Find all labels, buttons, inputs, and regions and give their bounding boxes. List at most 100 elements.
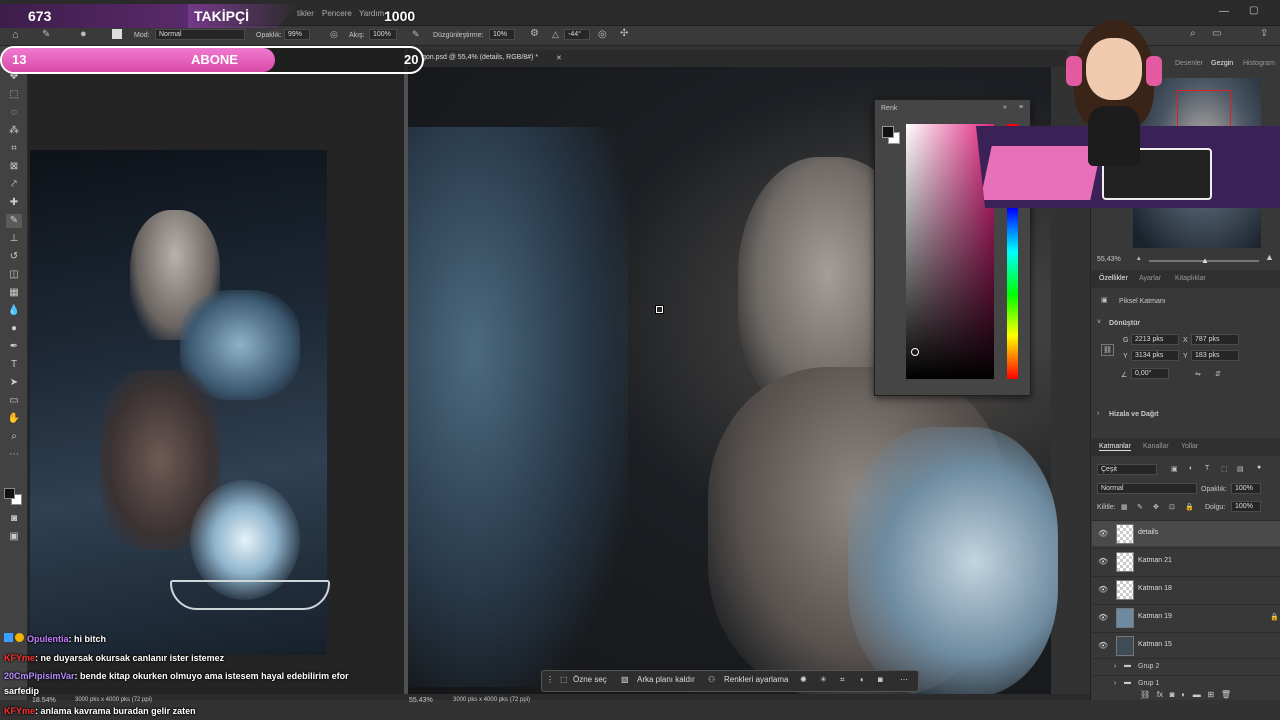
tab-properties[interactable]: Özellikler <box>1099 275 1128 282</box>
adjust-colors-button[interactable]: Renkleri ayarlama <box>724 675 788 684</box>
group-expand-icon[interactable]: › <box>1114 680 1116 687</box>
zoom-tool-icon[interactable]: ⌕ <box>6 430 22 444</box>
more-options-icon[interactable]: ⋯ <box>900 675 908 684</box>
color-panel-foreground-swatch[interactable] <box>882 126 894 138</box>
tab-libraries[interactable]: Kitaplıklar <box>1175 275 1206 282</box>
brush-tool-icon[interactable]: ✎ <box>42 29 50 40</box>
quick-mask-icon[interactable]: ◙ <box>6 512 22 526</box>
width-field[interactable]: 2213 pks <box>1131 334 1179 345</box>
color-picker-handle[interactable] <box>911 348 919 356</box>
close-tab-icon[interactable]: ✕ <box>556 54 562 62</box>
lock-all-icon[interactable]: 🔒 <box>1185 503 1194 511</box>
menu-item-window[interactable]: Pencere <box>322 9 352 18</box>
rectangle-tool-icon[interactable]: ▭ <box>6 394 22 408</box>
lock-transparency-icon[interactable]: ▦ <box>1121 503 1128 511</box>
navigator-zoom-slider[interactable]: ▲ <box>1149 256 1259 265</box>
adjustment-layer-icon[interactable]: ◐ <box>860 675 865 684</box>
more-tools-icon[interactable]: ⋯ <box>6 448 22 462</box>
home-icon[interactable]: ⌂ <box>12 29 19 41</box>
smoothing-field[interactable]: 10% <box>489 29 515 40</box>
tab-histogram[interactable]: Histogram <box>1243 60 1275 67</box>
layer-opacity-field[interactable]: 100% <box>1231 483 1261 494</box>
menu-item-help[interactable]: Yardım <box>359 9 384 18</box>
stamp-tool-icon[interactable]: ⊥ <box>6 232 22 246</box>
dodge-tool-icon[interactable]: ● <box>6 322 22 336</box>
zoom-slider-handle[interactable]: ▲ <box>1201 256 1209 265</box>
layer-name[interactable]: Katman 15 <box>1138 641 1172 648</box>
history-brush-icon[interactable]: ↺ <box>6 250 22 264</box>
layer-row[interactable]: 👁 Katman 15 <box>1092 632 1280 658</box>
flow-field[interactable]: 100% <box>369 29 397 40</box>
share-icon[interactable]: ⇪ <box>1260 28 1268 39</box>
mask-icon[interactable]: ◙ <box>878 675 883 684</box>
opacity-field[interactable]: 99% <box>284 29 310 40</box>
flip-horizontal-icon[interactable]: ⇋ <box>1195 370 1201 378</box>
align-section-toggle[interactable]: › <box>1097 410 1099 417</box>
filter-toggle-icon[interactable]: ● <box>1257 464 1261 471</box>
magic-icon[interactable]: ✳ <box>820 675 827 684</box>
mask-icon[interactable]: ◙ <box>1170 690 1175 699</box>
x-field[interactable]: 787 pks <box>1191 334 1239 345</box>
trash-icon[interactable]: 🗑 <box>1221 690 1231 699</box>
select-subject-button[interactable]: Özne seç <box>573 675 607 684</box>
zoom-in-icon[interactable]: ▲ <box>1265 252 1274 262</box>
layer-filter-select[interactable]: Çeşit <box>1097 464 1157 475</box>
healing-tool-icon[interactable]: ✚ <box>6 196 22 210</box>
marquee-tool-icon[interactable]: ⬚ <box>6 88 22 102</box>
layer-row[interactable]: 👁 Katman 18 <box>1092 576 1280 602</box>
navigator-zoom-value[interactable]: 55,43% <box>1097 256 1121 263</box>
group-name[interactable]: Grup 2 <box>1138 663 1159 670</box>
pressure-opacity-icon[interactable]: ◎ <box>330 29 338 40</box>
tab-patterns[interactable]: Desenler <box>1175 60 1203 67</box>
path-select-icon[interactable]: ➤ <box>6 376 22 390</box>
y-field[interactable]: 183 pks <box>1191 350 1239 361</box>
group-name[interactable]: Grup 1 <box>1138 680 1159 687</box>
lock-pixels-icon[interactable]: ✎ <box>1137 503 1143 511</box>
drag-handle-icon[interactable]: ⋮ <box>546 675 554 684</box>
gear-icon[interactable]: ⚙ <box>530 28 539 39</box>
eyedropper-tool-icon[interactable]: ⤤ <box>6 178 22 192</box>
lasso-tool-icon[interactable]: ◌ <box>6 106 22 120</box>
workspace-icon[interactable]: ▭ <box>1212 28 1221 39</box>
layer-name[interactable]: Katman 21 <box>1138 557 1172 564</box>
visibility-eye-icon[interactable]: 👁 <box>1098 529 1108 538</box>
transform-section-toggle[interactable]: ˅ <box>1097 319 1101 326</box>
hand-tool-icon[interactable]: ✋ <box>6 412 22 426</box>
layer-name[interactable]: Katman 18 <box>1138 585 1172 592</box>
symmetry-icon[interactable]: ✣ <box>620 28 628 39</box>
fill-field[interactable]: 100% <box>1231 501 1261 512</box>
brush-settings-icon[interactable] <box>112 29 122 39</box>
tab-adjustments[interactable]: Ayarlar <box>1139 275 1161 282</box>
remove-background-button[interactable]: Arka planı kaldır <box>637 675 695 684</box>
crop-tool-icon[interactable]: ⌗ <box>6 142 22 156</box>
filter-pixel-icon[interactable]: ▣ <box>1171 465 1178 473</box>
adjustment-icon[interactable]: ◐ <box>1181 690 1186 699</box>
new-layer-icon[interactable]: ⊞ <box>1207 690 1214 699</box>
flip-vertical-icon[interactable]: ⇵ <box>1215 370 1221 378</box>
mode-select[interactable]: Normal <box>155 29 245 40</box>
screen-mode-icon[interactable]: ▣ <box>6 530 22 544</box>
layer-name[interactable]: Katman 19 <box>1138 613 1172 620</box>
collapse-panel-icon[interactable]: » <box>1003 104 1007 111</box>
zoom-level-left[interactable]: 18.54% <box>32 697 56 704</box>
tab-channels[interactable]: Kanallar <box>1143 443 1169 450</box>
filter-type-icon[interactable]: T <box>1205 465 1209 472</box>
brush-tool-icon[interactable]: ✎ <box>6 214 22 228</box>
group-row[interactable]: › ▬ Grup 2 <box>1092 658 1280 675</box>
crop-icon[interactable]: ⌗ <box>840 675 845 685</box>
menu-item-plugins[interactable]: tikler <box>297 9 314 18</box>
gradient-tool-icon[interactable]: ▦ <box>6 286 22 300</box>
layer-row[interactable]: 👁 details <box>1092 520 1280 546</box>
tab-navigator[interactable]: Gezgin <box>1211 60 1233 67</box>
minimize-button[interactable]: — <box>1219 6 1229 17</box>
new-group-icon[interactable]: ▬ <box>1193 690 1201 699</box>
brush-preset-icon[interactable]: ● <box>80 28 87 40</box>
rotation-field[interactable]: 0,00° <box>1131 368 1169 379</box>
search-icon[interactable]: ⌕ <box>1190 28 1196 39</box>
pen-tool-icon[interactable]: ✒ <box>6 340 22 354</box>
lock-position-icon[interactable]: ✥ <box>1153 503 1159 511</box>
filter-adjust-icon[interactable]: ◐ <box>1189 465 1193 472</box>
layer-row[interactable]: 👁 Katman 19 🔒 <box>1092 604 1280 630</box>
link-layers-icon[interactable]: ⛓ <box>1140 690 1150 699</box>
tab-layers[interactable]: Katmanlar <box>1099 443 1131 451</box>
